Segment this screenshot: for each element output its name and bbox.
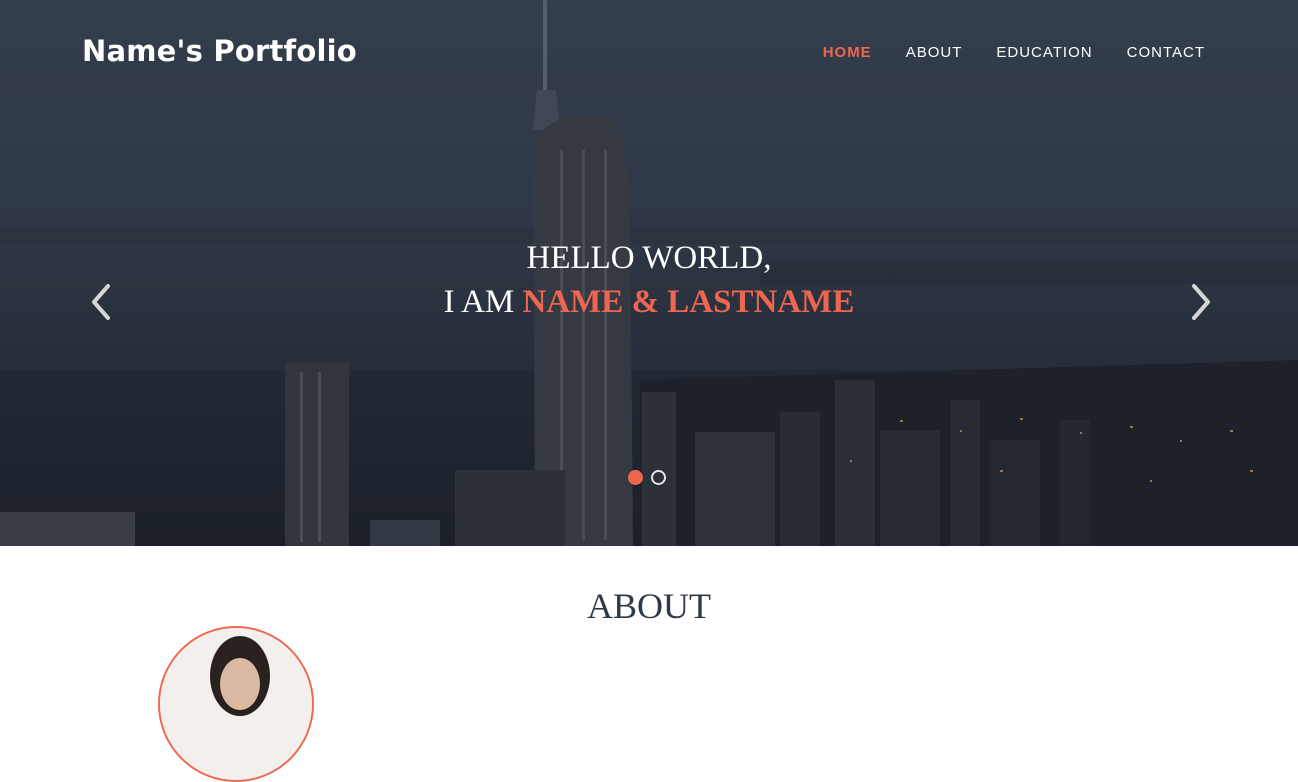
avatar	[158, 626, 314, 782]
hero-carousel: Name's Portfolio HOME ABOUT EDUCATION CO…	[0, 0, 1298, 546]
carousel-next-button[interactable]	[1180, 280, 1220, 324]
carousel-indicator-2[interactable]	[651, 470, 666, 485]
carousel-indicators	[628, 470, 666, 485]
profile-photo	[160, 628, 312, 780]
site-brand[interactable]: Name's Portfolio	[82, 34, 357, 68]
hero-intro-prefix: I AM	[443, 284, 523, 320]
hero-intro-line: I AM NAME & LASTNAME	[0, 280, 1298, 324]
nav-item-about[interactable]: ABOUT	[906, 44, 963, 61]
chevron-right-icon	[1192, 284, 1210, 320]
nav-item-education[interactable]: EDUCATION	[996, 44, 1092, 61]
hero-heading: HELLO WORLD, I AM NAME & LASTNAME	[0, 236, 1298, 324]
nav-item-home[interactable]: HOME	[823, 44, 872, 61]
carousel-prev-button[interactable]	[82, 280, 122, 324]
about-section-title: ABOUT	[587, 586, 711, 626]
main-nav: HOME ABOUT EDUCATION CONTACT	[823, 44, 1205, 61]
hero-name-highlight: NAME & LASTNAME	[522, 284, 855, 320]
chevron-left-icon	[92, 284, 110, 320]
hero-greeting: HELLO WORLD,	[526, 240, 772, 276]
nav-item-contact[interactable]: CONTACT	[1127, 44, 1205, 61]
carousel-indicator-1[interactable]	[628, 470, 643, 485]
